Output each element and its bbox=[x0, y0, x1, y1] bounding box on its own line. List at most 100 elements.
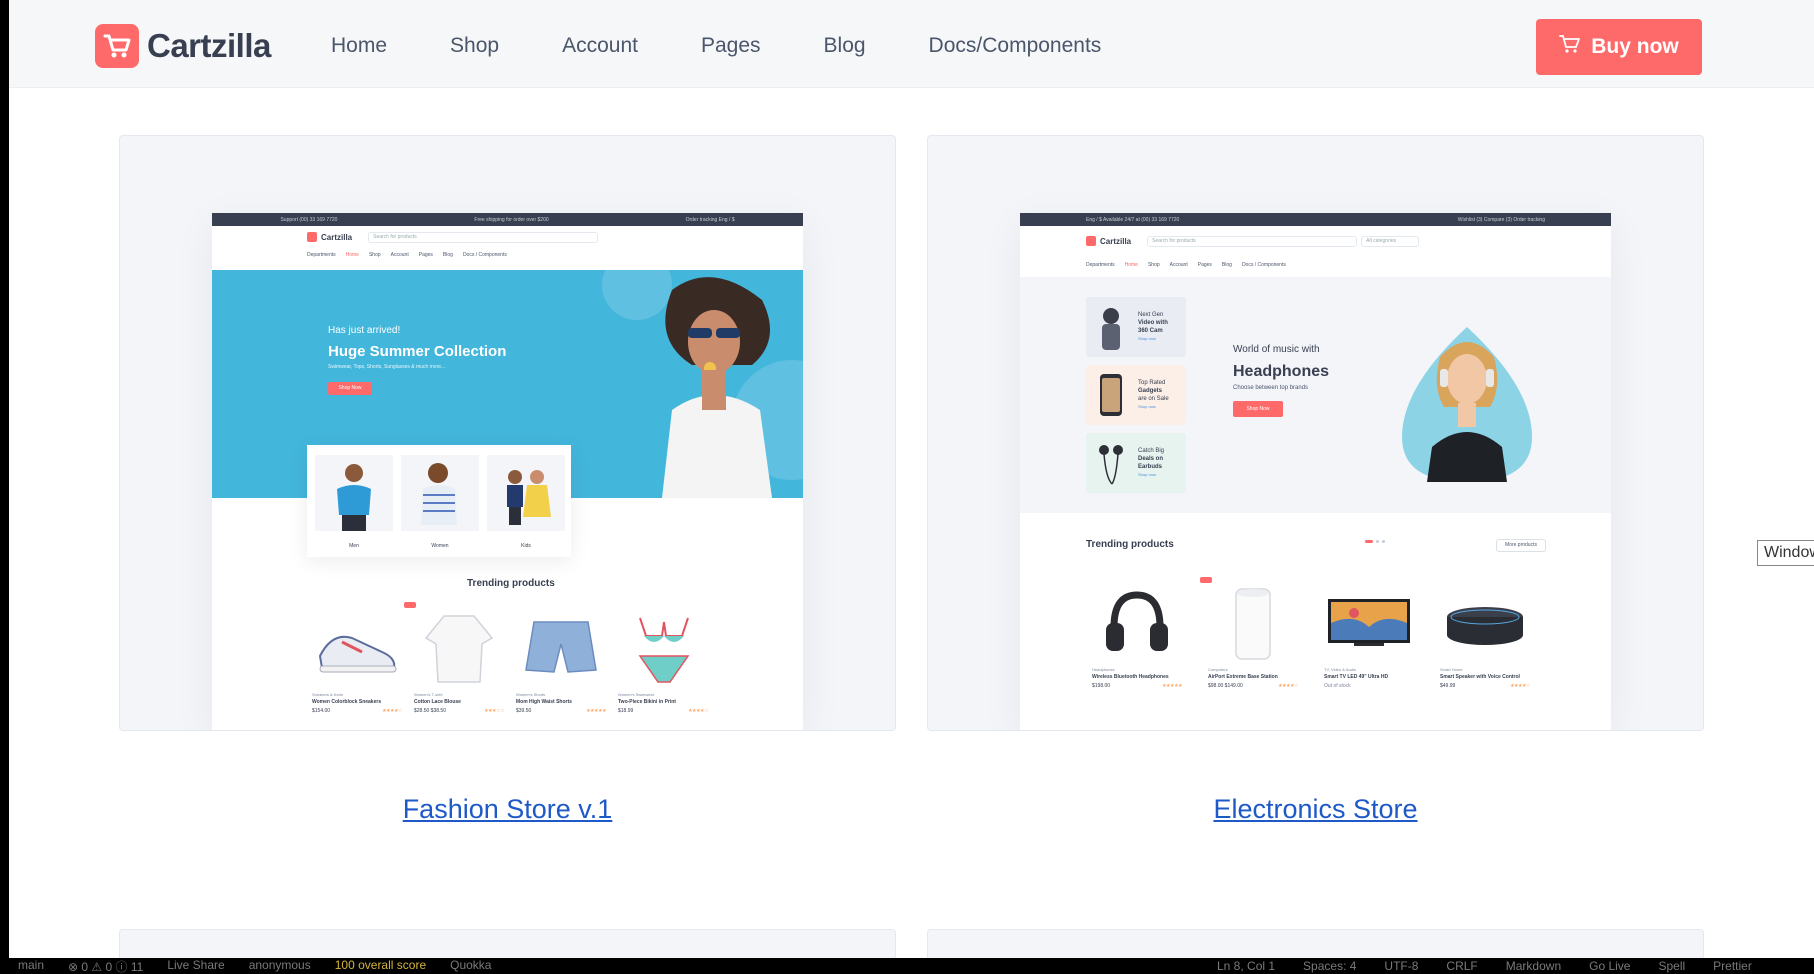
preview-topbar-left: Support (00) 33 169 7720 bbox=[280, 216, 338, 223]
carousel-dots bbox=[1365, 540, 1385, 543]
fashion-store-link[interactable]: Fashion Store v.1 bbox=[119, 794, 896, 825]
hero-subtitle: World of music with bbox=[1233, 344, 1320, 355]
hero-subtitle: Has just arrived! bbox=[328, 325, 401, 336]
tv-photo bbox=[1324, 583, 1414, 663]
nav-docs-components[interactable]: Docs/Components bbox=[929, 34, 1102, 58]
product-price: $98.00 $149.00 bbox=[1208, 683, 1243, 689]
status-encoding[interactable]: UTF-8 bbox=[1384, 959, 1418, 973]
product-price: Out of stock bbox=[1324, 683, 1351, 689]
category-label: Men bbox=[349, 543, 359, 549]
hero-title: Huge Summer Collection bbox=[328, 343, 507, 360]
status-branch[interactable]: main bbox=[18, 958, 44, 974]
airport-photo bbox=[1208, 583, 1298, 663]
product-rating: ★★★★☆ bbox=[382, 708, 402, 714]
nav-pages[interactable]: Pages bbox=[701, 34, 761, 58]
status-line-endings[interactable]: CRLF bbox=[1446, 959, 1477, 973]
demo-card-electronics[interactable]: Eng / $ Available 24/7 at (00) 33 169 77… bbox=[927, 135, 1704, 731]
preview-nav-item: Home bbox=[345, 252, 359, 258]
editor-status-bar: main ⊗ 0 ⚠ 0 ⓘ 11 Live Share anonymous 1… bbox=[0, 958, 1814, 974]
promo-link: Shop now bbox=[1138, 472, 1156, 477]
status-cursor-position[interactable]: Ln 8, Col 1 bbox=[1217, 959, 1275, 973]
hero-description: Choose between top brands bbox=[1233, 385, 1309, 391]
sneakers-photo bbox=[312, 608, 402, 688]
preview-search: Search for products bbox=[368, 231, 599, 243]
headphones-woman-photo bbox=[1402, 327, 1532, 482]
nav-account[interactable]: Account bbox=[562, 34, 638, 58]
hero-button: Shop Now bbox=[328, 382, 372, 395]
status-prettier[interactable]: Prettier bbox=[1713, 959, 1752, 973]
product-card: Computers AirPort Extreme Base Station $… bbox=[1200, 577, 1298, 689]
preview-topbar-right: Wishlist (3) Compare (3) Order tracking bbox=[1457, 216, 1545, 223]
product-name: Mom High Waist Shorts bbox=[516, 699, 572, 705]
product-name: Smart Speaker with Voice Control bbox=[1440, 674, 1520, 680]
preview-nav-item: Blog bbox=[442, 252, 453, 258]
product-card: Women's Shorts Mom High Waist Shorts $39… bbox=[516, 608, 606, 714]
demo-card-fashion[interactable]: Support (00) 33 169 7720 Free shipping f… bbox=[119, 135, 896, 731]
promo-line: Deals on bbox=[1138, 456, 1164, 462]
nav-home[interactable]: Home bbox=[331, 34, 387, 58]
product-name: AirPort Extreme Base Station bbox=[1208, 674, 1278, 680]
nav-blog[interactable]: Blog bbox=[824, 34, 866, 58]
preview-topbar-center: Free shipping for order over $200 bbox=[474, 216, 549, 223]
product-price: $39.50 bbox=[516, 708, 532, 714]
preview-nav-item: Departments bbox=[307, 252, 336, 258]
camera-photo bbox=[1090, 302, 1132, 352]
status-live-share[interactable]: Live Share bbox=[167, 958, 224, 974]
product-price: $28.50 $38.50 bbox=[414, 708, 446, 714]
product-price: $49.99 bbox=[1440, 683, 1456, 689]
preview-nav-item: Account bbox=[390, 252, 409, 258]
men-photo bbox=[315, 455, 393, 531]
product-name: Smart TV LED 49" Ultra HD bbox=[1324, 674, 1389, 680]
windows-tooltip: Windows bbox=[1757, 540, 1814, 566]
preview-search: Search for products bbox=[1147, 235, 1358, 247]
status-user[interactable]: anonymous bbox=[249, 958, 311, 974]
earbuds-photo bbox=[1090, 438, 1132, 488]
preview-nav-item: Docs / Components bbox=[462, 252, 507, 258]
preview-topbar: Support (00) 33 169 7720 Free shipping f… bbox=[212, 213, 803, 226]
promo-line: 360 Cam bbox=[1138, 328, 1163, 334]
demo-card-next-right[interactable] bbox=[927, 929, 1704, 958]
status-score[interactable]: 100 overall score bbox=[335, 958, 426, 974]
product-category: Sneakers & Keds bbox=[312, 692, 343, 697]
product-category: Women's Swimwear bbox=[618, 692, 655, 697]
category-card: Kids bbox=[487, 455, 565, 549]
mini-logo-text: Cartzilla bbox=[321, 232, 353, 242]
product-rating: ★★★★★ bbox=[586, 708, 606, 714]
main-nav: Home Shop Account Pages Blog Docs/Compon… bbox=[331, 34, 1101, 58]
status-spell[interactable]: Spell bbox=[1658, 959, 1685, 973]
promo-line: Gadgets bbox=[1138, 388, 1163, 394]
demo-card-next-left[interactable] bbox=[119, 929, 896, 958]
product-category: Computers bbox=[1208, 667, 1228, 672]
preview-nav-item: Docs / Components bbox=[1241, 262, 1286, 268]
mini-logo-icon bbox=[1086, 236, 1096, 246]
preview-nav-item: Account bbox=[1169, 262, 1188, 268]
preview-nav-item: Pages bbox=[418, 252, 433, 258]
nav-shop[interactable]: Shop bbox=[450, 34, 499, 58]
product-card: TV, Video & Audio Smart TV LED 49" Ultra… bbox=[1324, 583, 1414, 689]
status-indentation[interactable]: Spaces: 4 bbox=[1303, 959, 1356, 973]
buy-now-button[interactable]: Buy now bbox=[1536, 19, 1702, 75]
preview-trending-title: Trending products bbox=[467, 578, 555, 589]
preview-hero: Next Gen Video with 360 Cam Shop now Top… bbox=[1020, 277, 1611, 543]
logo-text: Cartzilla bbox=[147, 27, 271, 64]
promo-line: Video with bbox=[1138, 320, 1168, 326]
preview-topbar: Eng / $ Available 24/7 at (00) 33 169 77… bbox=[1020, 213, 1611, 226]
product-category: Smart Home bbox=[1440, 667, 1463, 672]
product-category: Women's Shorts bbox=[516, 692, 546, 697]
promo-card: Next Gen Video with 360 Cam Shop now bbox=[1086, 297, 1186, 357]
cart-logo-icon bbox=[95, 24, 139, 68]
electronics-store-link[interactable]: Electronics Store bbox=[927, 794, 1704, 825]
preview-nav-item: Shop bbox=[368, 252, 381, 258]
promo-line: Next Gen bbox=[1138, 312, 1164, 318]
status-go-live[interactable]: Go Live bbox=[1589, 959, 1630, 973]
fashion-preview-screenshot: Support (00) 33 169 7720 Free shipping f… bbox=[212, 213, 803, 730]
preview-category-panel: Men Women Kids bbox=[307, 445, 571, 557]
headphones-photo bbox=[1092, 583, 1182, 663]
product-rating: ★★★★☆ bbox=[1510, 683, 1530, 689]
logo[interactable]: Cartzilla bbox=[95, 24, 271, 68]
product-category: Women's T-shirt bbox=[414, 692, 443, 697]
product-category: Headphones bbox=[1092, 667, 1115, 672]
status-problems[interactable]: ⊗ 0 ⚠ 0 ⓘ 11 bbox=[68, 958, 143, 974]
status-quokka[interactable]: Quokka bbox=[450, 958, 491, 974]
status-language[interactable]: Markdown bbox=[1506, 959, 1561, 973]
